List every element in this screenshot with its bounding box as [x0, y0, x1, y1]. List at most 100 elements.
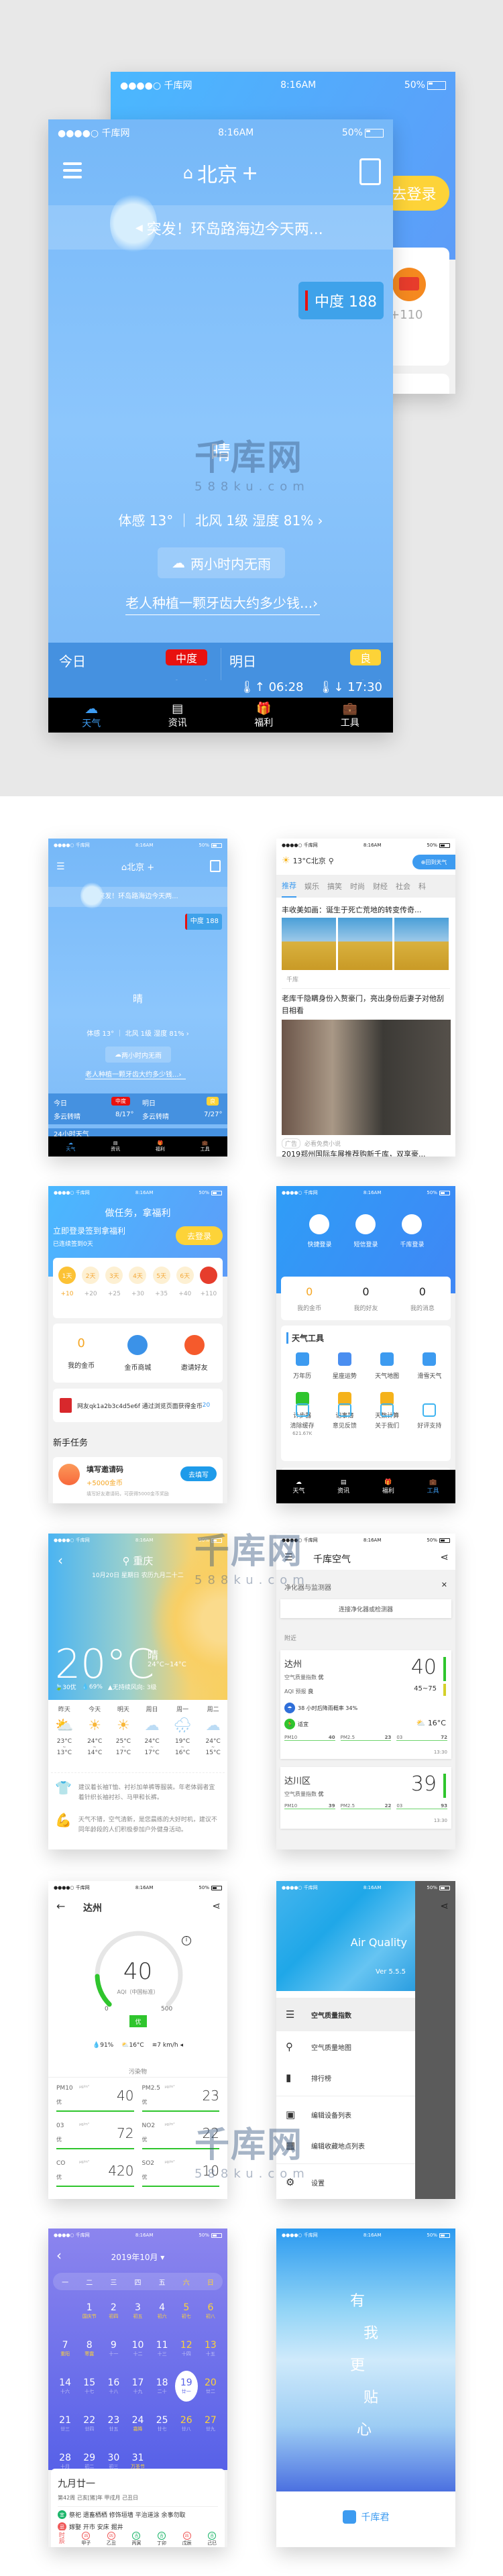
drawer-item[interactable]: ▮ 排行榜	[276, 2062, 415, 2093]
tab-tools[interactable]: 💼 工具	[182, 1136, 227, 1157]
city-selector[interactable]: ⌂北京 +	[48, 860, 227, 873]
pollutant-item[interactable]: NO2 μg/m³ 优 22	[142, 2120, 219, 2149]
calendar-day[interactable]: 4 初六	[150, 2296, 174, 2326]
calendar-day[interactable]: 13 十五	[199, 2333, 223, 2364]
calendar-day[interactable]: 24 霜降	[125, 2408, 150, 2439]
share-icon[interactable]: ⋖	[440, 1551, 449, 1563]
calendar-day[interactable]: 15 十七	[77, 2371, 101, 2402]
pollutant-item[interactable]: PM2.5 μg/m³ 优 23	[142, 2082, 219, 2112]
alert-banner[interactable]: ◂ 突发！环岛路海边今天两...	[48, 887, 227, 907]
calendar-day[interactable]: 5 初七	[174, 2296, 199, 2326]
tab-tools[interactable]: 💼 工具	[410, 1470, 455, 1503]
calendar-day[interactable]: 14 十六	[53, 2371, 77, 2402]
signin-day[interactable]: +110	[199, 1267, 217, 1297]
tab-weather[interactable]: ☁ 天气	[276, 1470, 321, 1503]
calendar-day[interactable]: 27 廿九	[199, 2408, 223, 2439]
calendar-day[interactable]: 18 二十	[150, 2371, 174, 2402]
drawer-item[interactable]: ⓘ关于	[276, 2198, 415, 2199]
drawer-item[interactable]: ▣ 编辑设备列表	[276, 2099, 415, 2130]
setting-item[interactable]: 意见反馈	[323, 1397, 366, 1470]
add-city-button[interactable]: +	[241, 162, 258, 185]
sms-login-button[interactable]: 短信登录	[353, 1214, 378, 1248]
tab-news[interactable]: ▤ 资讯	[93, 1136, 138, 1157]
weather-details[interactable]: 体感 13° ｜ 北风 1级 湿度 81% ›	[48, 510, 393, 529]
alert-banner[interactable]: ◀ 突发！环岛路海边今天两...	[48, 193, 393, 254]
calendar-day[interactable]: 12 十四	[174, 2333, 199, 2364]
station-card[interactable]: 达川区 空气质量指数 优 39 PM10 39 PM2.5 22 03 93 13:3…	[280, 1767, 451, 1829]
calendar-day[interactable]: 2 初四	[101, 2296, 125, 2326]
calendar-day[interactable]: 20 廿二	[199, 2371, 223, 2402]
tab-funny[interactable]: 搞笑	[327, 881, 342, 892]
calendar-day[interactable]: 23 廿五	[101, 2408, 125, 2439]
signin-day[interactable]: 5天 +35	[152, 1267, 170, 1297]
tab-news[interactable]: ▤ 资讯	[321, 1470, 366, 1503]
setting-item[interactable]: 好评支持	[408, 1397, 451, 1470]
station-card[interactable]: 达州 空气质量指数 优 AQI 预报 良 40 45~75 ☂ 38 小时后降雨概…	[280, 1650, 451, 1759]
calendar-day[interactable]: 9 十一	[101, 2333, 125, 2364]
info-icon[interactable]: i	[182, 1936, 191, 1945]
coin-shop[interactable]: 金币商城	[124, 1334, 151, 1372]
fill-invite-button[interactable]: 去填写	[180, 1466, 217, 1481]
tool-item[interactable]: 天气地图	[366, 1352, 408, 1380]
stat-messages[interactable]: 0 我的消息	[410, 1285, 435, 1312]
tool-item[interactable]: 星座运势	[323, 1352, 366, 1380]
quick-login-button[interactable]: 快捷登录	[307, 1214, 332, 1248]
share-icon[interactable]	[210, 860, 221, 872]
calendar-day[interactable]: 16 十八	[101, 2371, 125, 2402]
pollutant-item[interactable]: 03 μg/m³ 优 72	[56, 2120, 134, 2149]
calendar-day[interactable]: 25 廿七	[150, 2408, 174, 2439]
calendar-day[interactable]: 8 寒露	[77, 2333, 101, 2364]
calendar-day[interactable]: 22 廿四	[77, 2408, 101, 2439]
calendar-day[interactable]: 3 初五	[125, 2296, 150, 2326]
rain-notice[interactable]: ☁ 两小时内无雨	[105, 1046, 171, 1063]
news-item-title[interactable]: 老库千隐瞒身份入赘豪门，亮出身份后妻子对他刮目相看	[282, 993, 449, 1017]
pollutant-item[interactable]: PM10 μg/m³ 优 40	[56, 2082, 134, 2112]
stat-coins[interactable]: 0 我的金币	[297, 1285, 321, 1312]
calendar-day[interactable]: 10 十二	[125, 2333, 150, 2364]
tab-tools[interactable]: 💼 工具	[307, 698, 394, 733]
menu-icon[interactable]: ☰	[284, 1552, 293, 1563]
tab-welfare[interactable]: 🎁 福利	[366, 1470, 411, 1503]
signin-day[interactable]: 2天 +20	[82, 1267, 100, 1297]
tab-science[interactable]: 科	[418, 881, 426, 892]
calendar-day[interactable]: 11 十三	[150, 2333, 174, 2364]
setting-item[interactable]: 关于我们	[366, 1397, 408, 1470]
invite-friends[interactable]: 邀请好友	[181, 1334, 208, 1372]
calendar-day[interactable]: 6 初八	[199, 2296, 223, 2326]
calendar-day[interactable]: 21 廿三	[53, 2408, 77, 2439]
signin-day[interactable]: 3天 +25	[105, 1267, 123, 1297]
news-item-title[interactable]: 丰收美如画：诞生于死亡荒地的转变传奇...	[282, 904, 422, 915]
tool-item[interactable]: 滑雪天气	[408, 1352, 451, 1380]
calendar-day[interactable]: 26 廿八	[174, 2408, 199, 2439]
signin-day[interactable]: 1天 +10	[58, 1267, 76, 1297]
tab-fashion[interactable]: 时尚	[350, 881, 365, 892]
login-button[interactable]: 去登录	[176, 1226, 223, 1245]
close-icon[interactable]: ✕	[441, 1580, 447, 1589]
drawer-item[interactable]: ⚙ 设置	[276, 2167, 415, 2198]
back-arrow-icon[interactable]: ←	[56, 1900, 65, 1913]
tab-finance[interactable]: 财经	[373, 881, 388, 892]
news-item-images[interactable]	[282, 918, 449, 970]
rain-notice[interactable]: ☁ 两小时内无雨	[158, 547, 285, 578]
qianku-login-button[interactable]: 千库登录	[400, 1214, 425, 1248]
tab-news[interactable]: ▤ 资讯	[135, 698, 221, 733]
tab-recommended[interactable]: 推荐	[282, 875, 296, 898]
setting-item[interactable]: 清除缓存 621.67K	[281, 1397, 323, 1470]
tab-weather[interactable]: ☁ 天气	[48, 698, 135, 733]
drawer-item[interactable]: ▦ 编辑收藏地点列表	[276, 2130, 415, 2161]
tab-entertainment[interactable]: 娱乐	[304, 881, 319, 892]
weather-summary[interactable]: ☀ 13°C北京 ⚲	[282, 855, 334, 866]
share-icon[interactable]: ⋖	[212, 1900, 221, 1912]
signin-day[interactable]: 4天 +30	[129, 1267, 147, 1297]
tab-society[interactable]: 社会	[396, 881, 410, 892]
drawer-item[interactable]: ☰ 空气质量指数	[276, 1998, 415, 2031]
share-icon[interactable]	[359, 158, 381, 185]
ad-label[interactable]: 广告 必看免费小说	[282, 1138, 341, 1148]
news-item-image[interactable]	[282, 1020, 451, 1135]
share-icon[interactable]: ⋖	[440, 1900, 449, 1912]
calendar-day[interactable]: 1 国庆节	[77, 2296, 101, 2326]
aqi-badge[interactable]: 中度 188	[298, 282, 384, 319]
stat-friends[interactable]: 0 我的好友	[353, 1285, 378, 1312]
my-coins[interactable]: 0 我的金币	[68, 1336, 95, 1370]
tab-weather[interactable]: ☁ 天气	[48, 1136, 93, 1157]
